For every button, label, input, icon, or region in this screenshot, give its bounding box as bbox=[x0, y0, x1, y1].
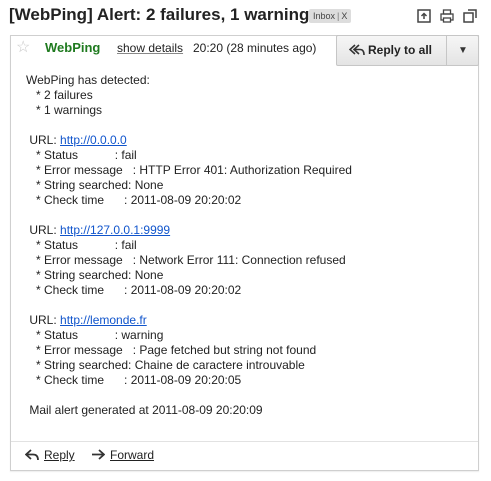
body-line bbox=[26, 298, 352, 313]
reply-to-all-button-group: Reply to all ▼ bbox=[336, 35, 479, 66]
expand-icon[interactable] bbox=[463, 9, 477, 23]
sender-name[interactable]: WebPing bbox=[45, 40, 100, 55]
message-time: 20:20 (28 minutes ago) bbox=[193, 41, 317, 55]
url-link[interactable]: http://lemonde.fr bbox=[60, 313, 147, 327]
body-line: * Error message : Page fetched but strin… bbox=[26, 343, 317, 357]
forward-button[interactable]: Forward bbox=[91, 448, 154, 462]
inbox-label[interactable]: Inbox | X bbox=[309, 9, 352, 23]
message-body: WebPing has detected: * 2 failures * 1 w… bbox=[26, 73, 352, 418]
remove-label-icon[interactable]: X bbox=[341, 11, 347, 21]
body-line bbox=[26, 388, 352, 403]
message-card: ☆ WebPing show details 20:20 (28 minutes… bbox=[10, 35, 479, 471]
new-window-icon[interactable] bbox=[417, 9, 431, 23]
body-line: URL: http://0.0.0.0 bbox=[26, 133, 127, 147]
body-line: * String searched: None bbox=[26, 178, 164, 192]
body-line: * Check time : 2011-08-09 20:20:02 bbox=[26, 283, 242, 297]
reply-to-all-button[interactable]: Reply to all bbox=[337, 36, 447, 65]
body-line: * Error message : Network Error 111: Con… bbox=[26, 253, 346, 267]
body-line bbox=[26, 208, 352, 223]
body-line bbox=[26, 118, 352, 133]
reply-to-all-label: Reply to all bbox=[368, 43, 433, 57]
message-subject: [WebPing] Alert: 2 failures, 1 warnings bbox=[9, 5, 319, 24]
url-link[interactable]: http://0.0.0.0 bbox=[60, 133, 127, 147]
body-line: * Error message : HTTP Error 401: Author… bbox=[26, 163, 352, 177]
body-line: * Check time : 2011-08-09 20:20:05 bbox=[26, 373, 242, 387]
body-line: * String searched: Chaine de caractere i… bbox=[26, 358, 305, 372]
body-line: * Check time : 2011-08-09 20:20:02 bbox=[26, 193, 242, 207]
body-line: * 1 warnings bbox=[26, 103, 103, 117]
subject-bar: [WebPing] Alert: 2 failures, 1 warnings … bbox=[0, 0, 491, 34]
body-line: * Status : fail bbox=[26, 148, 137, 162]
inbox-label-text: Inbox bbox=[313, 11, 336, 21]
reply-icon bbox=[25, 449, 39, 461]
reply-button[interactable]: Reply bbox=[25, 448, 75, 462]
url-link[interactable]: http://127.0.0.1:9999 bbox=[60, 223, 170, 237]
show-details-link[interactable]: show details bbox=[117, 41, 183, 55]
body-line: URL: http://127.0.0.1:9999 bbox=[26, 223, 171, 237]
body-line: Mail alert generated at 2011-08-09 20:20… bbox=[26, 403, 263, 417]
reply-label: Reply bbox=[44, 448, 75, 462]
footer-divider bbox=[11, 441, 478, 442]
reply-all-icon bbox=[349, 44, 365, 56]
body-line: URL: http://lemonde.fr bbox=[26, 313, 147, 327]
body-line: * 2 failures bbox=[26, 88, 93, 102]
body-line: * Status : fail bbox=[26, 238, 137, 252]
body-line: * String searched: None bbox=[26, 268, 164, 282]
more-actions-dropdown[interactable]: ▼ bbox=[448, 36, 478, 65]
star-icon[interactable]: ☆ bbox=[16, 37, 30, 57]
message-header: ☆ WebPing show details 20:20 (28 minutes… bbox=[11, 35, 479, 66]
print-icon[interactable] bbox=[440, 9, 454, 23]
body-line: WebPing has detected: bbox=[26, 73, 150, 87]
forward-icon bbox=[92, 449, 105, 460]
forward-label: Forward bbox=[110, 448, 155, 462]
body-line: * Status : warning bbox=[26, 328, 164, 342]
